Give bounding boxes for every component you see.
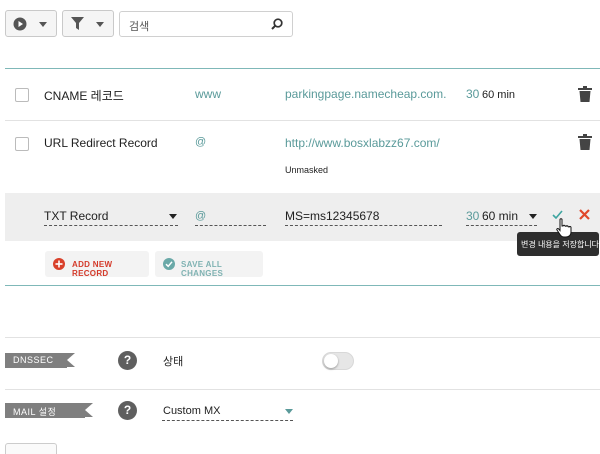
ttl-select[interactable]: 60 min xyxy=(482,209,518,223)
dnssec-toggle[interactable] xyxy=(322,352,354,370)
host-field-underline xyxy=(195,225,266,226)
mail-select-underline xyxy=(162,420,293,421)
section-divider xyxy=(5,337,600,338)
row-divider xyxy=(5,120,600,121)
record-value: http://www.bosxlabzz67.com/ xyxy=(285,136,440,150)
add-new-record-button[interactable]: ADD NEW RECORD xyxy=(45,251,149,278)
ttl-prefix: 30 xyxy=(466,209,480,223)
records-bottom-divider xyxy=(5,285,600,286)
add-new-record-label: ADD NEW RECORD xyxy=(72,260,113,278)
row-checkbox[interactable] xyxy=(15,137,29,151)
chevron-down-icon xyxy=(39,22,47,27)
ttl-select-underline xyxy=(466,225,537,226)
filter-dropdown-button[interactable] xyxy=(62,10,114,37)
mail-setting-select[interactable]: Custom MX xyxy=(163,405,220,417)
dnssec-status-label: 상태 xyxy=(163,356,184,368)
chevron-down-icon xyxy=(285,409,293,414)
partial-button[interactable] xyxy=(5,443,57,454)
trash-icon[interactable] xyxy=(578,86,592,102)
save-all-changes-button[interactable]: SAVE ALL CHANGES xyxy=(155,251,263,278)
close-icon[interactable] xyxy=(579,209,590,220)
record-type: URL Redirect Record xyxy=(44,136,158,150)
record-type-select[interactable]: TXT Record xyxy=(44,209,108,223)
run-dropdown-button[interactable] xyxy=(5,10,57,37)
search-placeholder: 검색 xyxy=(129,21,150,33)
dnssec-ribbon: DNSSEC xyxy=(5,353,75,368)
records-top-divider xyxy=(5,68,600,69)
host-field[interactable]: @ xyxy=(195,210,206,222)
plus-circle-icon xyxy=(53,258,65,270)
mail-ribbon: MAIL 설정 xyxy=(5,403,93,418)
hand-cursor-icon xyxy=(556,218,572,238)
help-icon[interactable]: ? xyxy=(118,401,137,420)
save-all-changes-label: SAVE ALL CHANGES xyxy=(181,260,224,278)
redirect-mode: Unmasked xyxy=(285,165,329,175)
filter-icon xyxy=(71,17,84,30)
search-input[interactable]: 검색 xyxy=(119,11,293,37)
record-value: parkingpage.namecheap.com. xyxy=(285,87,447,101)
chevron-down-icon xyxy=(529,214,537,219)
search-icon[interactable] xyxy=(271,18,283,30)
value-field[interactable]: MS=ms12345678 xyxy=(285,209,379,223)
check-circle-icon xyxy=(163,258,175,270)
section-divider xyxy=(5,389,600,390)
help-icon[interactable]: ? xyxy=(118,351,137,370)
record-ttl-prefix: 30 xyxy=(466,87,480,101)
value-field-underline xyxy=(285,225,442,226)
record-ttl: 60 min xyxy=(482,89,516,101)
row-checkbox[interactable] xyxy=(15,88,29,102)
toggle-knob xyxy=(324,354,338,368)
trash-icon[interactable] xyxy=(578,134,592,150)
record-host: @ xyxy=(195,136,207,148)
chevron-down-icon xyxy=(169,214,177,219)
type-select-underline xyxy=(44,225,178,226)
record-host: www xyxy=(195,87,221,101)
chevron-down-icon xyxy=(96,22,104,27)
record-type: CNAME 레코드 xyxy=(44,89,124,103)
play-circle-icon xyxy=(13,17,27,31)
